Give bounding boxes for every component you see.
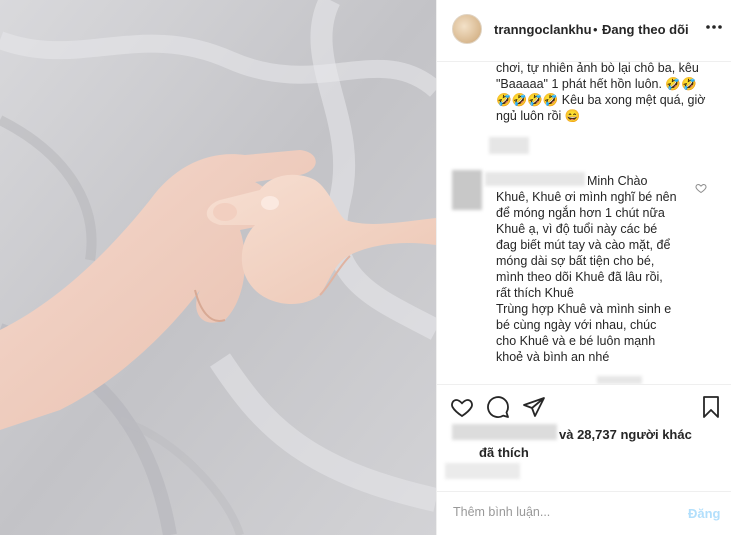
caption-line: "Baaaaa" 1 phát hết hồn luôn. 🤣🤣 [496,77,697,91]
comment-line: cho Khuê và e bé luôn mạnh [496,334,656,348]
post-comment-button[interactable]: Đăng [688,506,721,521]
comment-line: móng dài sợ bất tiện cho bé, [496,254,655,268]
instagram-post-modal: tranngoclankhu • Đang theo dõi chơi, tự … [0,0,731,535]
caption-line: chơi, tự nhiên ảnh bò lại chỗ ba, kêu [496,62,699,75]
comment-line: Minh Chào [587,174,648,188]
following-button[interactable]: Đang theo dõi [602,22,689,37]
comment-meta-redacted [597,376,642,384]
commenter-name-redacted [485,172,585,186]
post-header: tranngoclankhu • Đang theo dõi [437,0,731,62]
comment-line: Trùng hợp Khuê và mình sinh e [496,302,672,316]
share-icon[interactable] [522,395,546,419]
comment-line: đag biết mút tay và cào mặt, để [496,238,671,252]
comment-input[interactable] [451,504,675,520]
caption-timestamp-redacted [489,137,529,154]
avatar[interactable] [452,14,482,44]
comment-line: Khuê, Khuê ơi mình nghĩ bé nên [496,190,677,204]
caption-line: 🤣🤣🤣🤣 Kêu ba xong mệt quá, giờ [496,93,706,107]
comment-line: mình theo dõi Khuê đã lâu rồi, [496,270,663,284]
comment-line: rất thích Khuê [496,286,574,300]
post-sidebar: tranngoclankhu • Đang theo dõi chơi, tự … [436,0,731,535]
comment-line: bé cùng ngày với nhau, chúc [496,318,657,332]
comment-line: Khuê ạ, vì độ tuổi này các bé [496,222,658,236]
likes-count[interactable]: và 28,737 người khác [559,427,692,442]
liked-by-redacted [452,424,557,440]
caption-line: ngủ luôn rồi 😄 [496,109,581,123]
likes-suffix: đã thích [479,445,529,460]
commenter-avatar-redacted [452,170,482,210]
photo-illustration [0,0,436,535]
post-photo[interactable] [0,0,436,535]
heart-icon[interactable] [450,395,474,419]
comments-list[interactable]: chơi, tự nhiên ảnh bò lại chỗ ba, kêu "B… [437,62,731,384]
add-comment-bar: Đăng [437,491,731,535]
comment-line: để móng ngắn hơn 1 chút nữa [496,206,665,220]
username-link[interactable]: tranngoclankhu [494,22,592,37]
comment-icon[interactable] [486,395,510,419]
post-timestamp-redacted [445,463,520,479]
bookmark-icon[interactable] [699,395,723,419]
more-options-icon[interactable] [704,17,724,37]
separator-dot: • [593,22,598,37]
comment-line: khoẻ và bình an nhé [496,350,610,364]
comment-like-heart-icon[interactable] [695,182,707,194]
